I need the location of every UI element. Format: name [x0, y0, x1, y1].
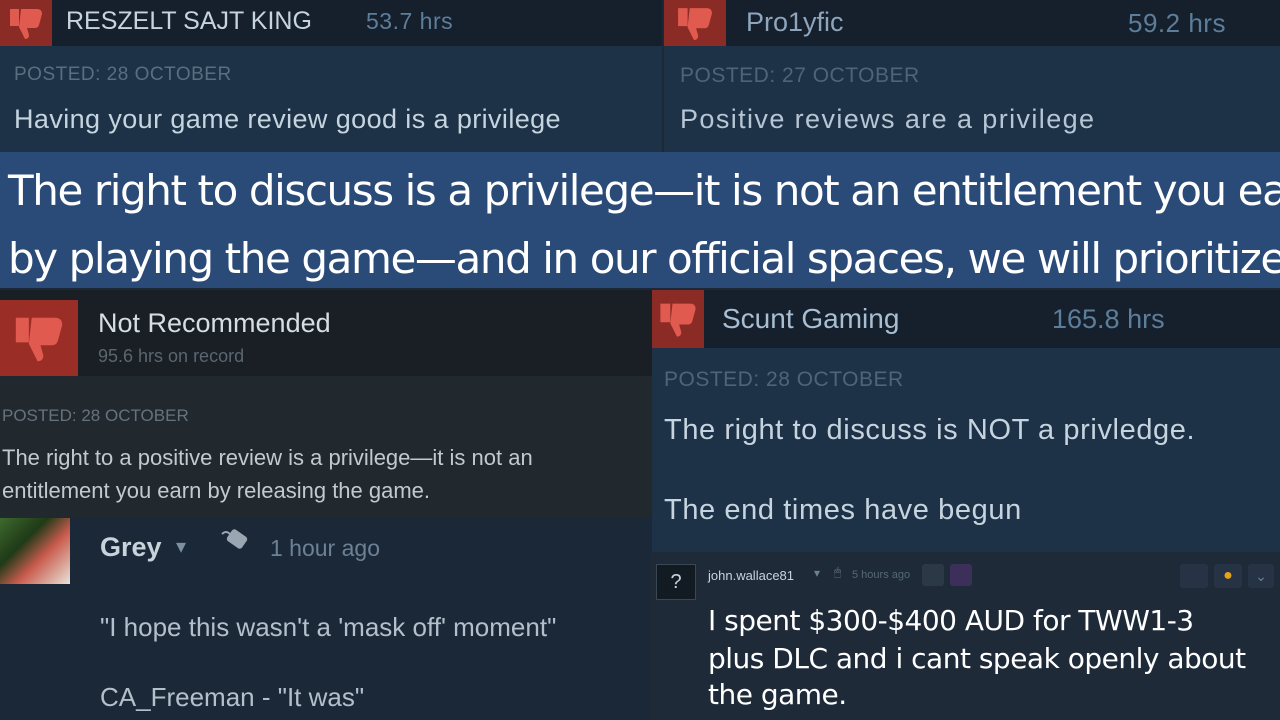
- review-text-line-2: The end times have begun: [664, 494, 1022, 526]
- thumbs-down-icon: [0, 0, 52, 46]
- expand-chevron-icon[interactable]: ⌄: [1248, 564, 1274, 588]
- quote-banner: The right to discuss is a privilege—it i…: [0, 152, 1280, 288]
- commenter-name[interactable]: Grey: [100, 532, 162, 563]
- review-text-line-1: The right to discuss is NOT a privledge.: [664, 414, 1196, 446]
- review-text-line-2: entitlement you earn by releasing the ga…: [2, 478, 431, 503]
- review-text: Having your game review good is a privil…: [14, 104, 561, 134]
- flag-icon[interactable]: [1180, 564, 1208, 588]
- reviewer-name[interactable]: Pro1yfic: [746, 7, 844, 38]
- award-badge-icon: [950, 564, 972, 586]
- reviewer-name[interactable]: RESZELT SAJT KING: [66, 7, 312, 36]
- reviewer-name[interactable]: Scunt Gaming: [722, 303, 899, 335]
- chevron-down-icon[interactable]: ▾: [176, 534, 186, 559]
- comment-line-2: plus DLC and i cant speak openly about: [708, 642, 1246, 675]
- review-hours: 53.7 hrs: [366, 8, 454, 34]
- comment-john: ? john.wallace81 ▾ 🖱 5 hours ago ● ⌄ I s…: [650, 552, 1280, 720]
- avatar[interactable]: [0, 518, 70, 584]
- thumbs-down-icon: [664, 0, 726, 46]
- gold-award-icon[interactable]: ●: [1214, 564, 1242, 588]
- review-top-left: RESZELT SAJT KING 53.7 hrs POSTED: 28 OC…: [0, 0, 662, 152]
- comment-line-2: CA_Freeman - "It was": [100, 682, 365, 712]
- thumbs-down-icon: [0, 300, 78, 376]
- review-hours: 59.2 hrs: [1128, 8, 1226, 38]
- quote-line-2: by playing the game—and in our official …: [8, 234, 1280, 283]
- hours-on-record: 95.6 hrs on record: [98, 346, 245, 366]
- comment-line-3: the game.: [708, 678, 847, 711]
- review-hours: 165.8 hrs: [1052, 304, 1165, 334]
- comment-time: 5 hours ago: [852, 569, 911, 581]
- comment-line-1: "I hope this wasn't a 'mask off' moment": [100, 612, 557, 642]
- posted-date: POSTED: 28 OCTOBER: [2, 406, 189, 425]
- avatar[interactable]: ?: [656, 564, 696, 600]
- comment-line-1: I spent $300-$400 AUD for TWW1-3: [708, 604, 1194, 637]
- mouse-icon: 🖱: [834, 565, 842, 579]
- review-mid-left: Not Recommended 95.6 hrs on record POSTE…: [0, 290, 652, 518]
- mouse-icon: [220, 528, 252, 561]
- posted-date: POSTED: 27 OCTOBER: [680, 64, 920, 87]
- badge-icon: [922, 564, 944, 586]
- posted-date: POSTED: 28 OCTOBER: [14, 64, 232, 85]
- quote-line-1: The right to discuss is a privilege—it i…: [8, 166, 1280, 215]
- commenter-name[interactable]: john.wallace81: [708, 568, 794, 583]
- review-text: Positive reviews are a privilege: [680, 104, 1096, 134]
- verdict-label[interactable]: Not Recommended: [98, 308, 331, 339]
- review-mid-right: Scunt Gaming 165.8 hrs POSTED: 28 OCTOBE…: [652, 290, 1280, 552]
- review-top-right: Pro1yfic 59.2 hrs POSTED: 27 OCTOBER Pos…: [664, 0, 1280, 152]
- thumbs-down-icon: [652, 290, 704, 348]
- posted-date: POSTED: 28 OCTOBER: [664, 368, 904, 391]
- chevron-down-icon[interactable]: ▾: [814, 566, 820, 580]
- review-text-line-1: The right to a positive review is a priv…: [2, 445, 533, 470]
- comment-grey: Grey ▾ 1 hour ago "I hope this wasn't a …: [0, 518, 652, 720]
- comment-time: 1 hour ago: [270, 535, 380, 561]
